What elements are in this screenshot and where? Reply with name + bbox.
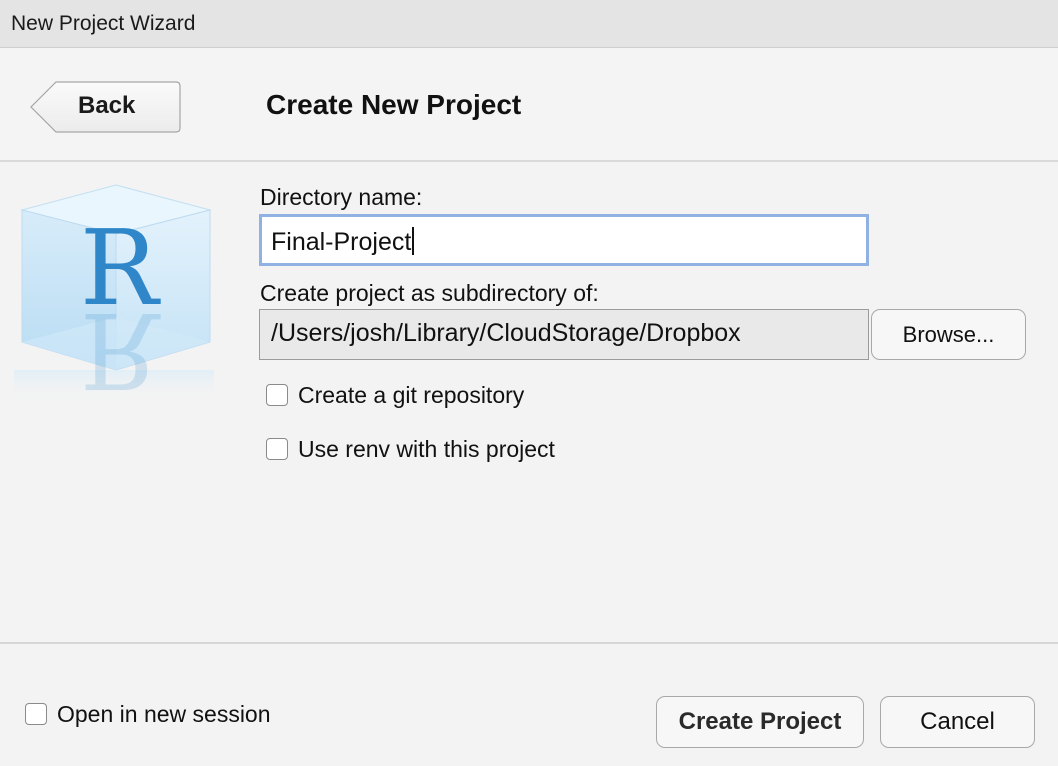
subdirectory-label: Create project as subdirectory of: <box>260 280 599 306</box>
page-title: Create New Project <box>266 89 522 120</box>
r-cube-logo-icon: R R <box>14 184 214 402</box>
wizard-footer: Open in new session Create Project Cance… <box>0 642 1058 766</box>
wizard-header: Back Create New Project <box>0 48 1058 162</box>
git-repository-label: Create a git repository <box>298 382 525 408</box>
renv-label: Use renv with this project <box>298 436 555 462</box>
new-session-label: Open in new session <box>57 701 271 727</box>
title-bar: New Project Wizard <box>0 0 1058 48</box>
window-title: New Project Wizard <box>11 12 196 35</box>
git-repository-checkbox[interactable] <box>266 384 288 406</box>
new-project-wizard-window: New Project Wizard Back Create New Proje… <box>0 0 1058 766</box>
browse-button[interactable]: Browse... <box>871 309 1026 360</box>
wizard-content: R R Directory name: Final-Project Create… <box>0 162 1058 642</box>
back-button[interactable]: Back <box>30 81 181 133</box>
parent-directory-value: /Users/josh/Library/CloudStorage/Dropbox <box>271 319 741 347</box>
back-button-label: Back <box>78 92 136 119</box>
directory-name-label: Directory name: <box>260 184 423 210</box>
cancel-button[interactable]: Cancel <box>880 696 1035 748</box>
create-project-button[interactable]: Create Project <box>656 696 864 748</box>
logo-letter-reflection: R <box>80 289 161 402</box>
renv-checkbox[interactable] <box>266 438 288 460</box>
new-session-checkbox[interactable] <box>25 703 47 725</box>
text-caret <box>412 227 415 255</box>
directory-name-input[interactable]: Final-Project <box>259 214 869 266</box>
parent-directory-field: /Users/josh/Library/CloudStorage/Dropbox <box>259 309 869 360</box>
directory-name-value: Final-Project <box>271 227 415 257</box>
